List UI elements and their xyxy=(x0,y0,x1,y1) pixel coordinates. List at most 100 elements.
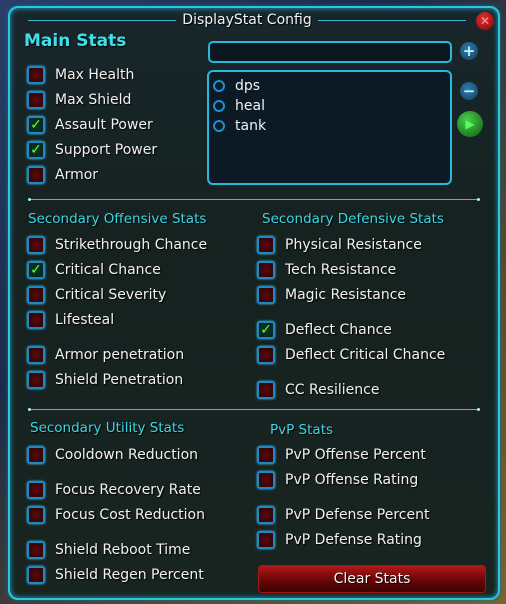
stat-label: Shield Reboot Time xyxy=(55,542,191,558)
stat-checkbox[interactable] xyxy=(257,446,275,464)
stat-checkbox[interactable] xyxy=(257,531,275,549)
offensive-heading: Secondary Offensive Stats xyxy=(28,211,207,227)
stat-checkbox[interactable] xyxy=(27,66,45,84)
utility-stat-row[interactable]: Cooldown Reduction xyxy=(27,444,198,466)
stat-checkbox[interactable] xyxy=(27,371,45,389)
apply-profile-button[interactable]: ▶ xyxy=(457,111,483,137)
stat-checkbox[interactable] xyxy=(27,311,45,329)
stat-label: Lifesteal xyxy=(55,312,115,328)
defensive-stat-row[interactable]: CC Resilience xyxy=(257,379,379,401)
stat-checkbox[interactable] xyxy=(27,506,45,524)
stat-checkbox[interactable] xyxy=(27,481,45,499)
stat-label: Max Shield xyxy=(55,92,132,108)
plus-icon: + xyxy=(462,42,476,60)
remove-profile-button[interactable]: − xyxy=(460,82,478,100)
stat-checkbox[interactable] xyxy=(257,261,275,279)
stat-label: PvP Offense Rating xyxy=(285,472,419,488)
stat-label: Strikethrough Chance xyxy=(55,237,208,253)
stat-label: Shield Penetration xyxy=(55,372,184,388)
offensive-stat-row[interactable]: Shield Penetration xyxy=(27,369,183,391)
stat-checkbox[interactable]: ✓ xyxy=(27,116,45,134)
stat-checkbox[interactable] xyxy=(257,236,275,254)
title-bar: DisplayStat Config xyxy=(28,12,467,28)
main-stats-heading: Main Stats xyxy=(24,31,127,51)
checkmark-icon: ✓ xyxy=(30,142,42,158)
offensive-stat-row[interactable]: Critical Severity xyxy=(27,284,166,306)
stat-checkbox[interactable] xyxy=(27,236,45,254)
pvp-stat-row[interactable]: PvP Offense Percent xyxy=(257,444,426,466)
stat-label: Max Health xyxy=(55,67,135,83)
profile-name-input[interactable] xyxy=(208,41,452,63)
profile-list[interactable]: dps heal tank xyxy=(207,70,452,185)
stat-checkbox[interactable] xyxy=(27,91,45,109)
checkmark-icon: ✓ xyxy=(30,262,42,278)
utility-stat-row[interactable]: Focus Cost Reduction xyxy=(27,504,205,526)
stat-label: PvP Defense Rating xyxy=(285,532,422,548)
stat-checkbox[interactable] xyxy=(27,346,45,364)
stat-checkbox[interactable] xyxy=(257,506,275,524)
radio-icon[interactable] xyxy=(213,80,225,92)
stat-checkbox[interactable] xyxy=(27,286,45,304)
utility-stat-row[interactable]: Shield Regen Percent xyxy=(27,564,204,586)
stat-checkbox[interactable] xyxy=(27,446,45,464)
profile-option-label: dps xyxy=(235,78,261,94)
offensive-stat-row[interactable]: ✓ Critical Chance xyxy=(27,259,161,281)
defensive-stat-row[interactable]: ✓ Deflect Chance xyxy=(257,319,392,341)
profile-option-heal[interactable]: heal xyxy=(213,96,450,116)
main-stats-stat-row[interactable]: Max Shield xyxy=(27,89,131,111)
profile-option-label: tank xyxy=(235,118,267,134)
profile-option-tank[interactable]: tank xyxy=(213,116,450,136)
main-stats-stat-row[interactable]: ✓ Support Power xyxy=(27,139,157,161)
stat-checkbox[interactable]: ✓ xyxy=(27,141,45,159)
defensive-heading: Secondary Defensive Stats xyxy=(262,211,444,227)
profile-option-label: heal xyxy=(235,98,265,114)
pvp-stat-row[interactable]: PvP Defense Percent xyxy=(257,504,429,526)
pvp-stat-row[interactable]: PvP Offense Rating xyxy=(257,469,418,491)
defensive-stat-row[interactable]: Magic Resistance xyxy=(257,284,406,306)
pvp-stat-row[interactable]: PvP Defense Rating xyxy=(257,529,422,551)
radio-icon[interactable] xyxy=(213,100,225,112)
offensive-stat-row[interactable]: Lifesteal xyxy=(27,309,114,331)
main-stats-stat-row[interactable]: ✓ Assault Power xyxy=(27,114,153,136)
defensive-stat-row[interactable]: Tech Resistance xyxy=(257,259,396,281)
stat-label: PvP Offense Percent xyxy=(285,447,426,463)
main-stats-stat-row[interactable]: Max Health xyxy=(27,64,134,86)
stat-label: Focus Cost Reduction xyxy=(55,507,205,523)
stat-label: CC Resilience xyxy=(285,382,380,398)
offensive-stat-row[interactable]: Strikethrough Chance xyxy=(27,234,207,256)
radio-icon[interactable] xyxy=(213,120,225,132)
stat-label: Deflect Critical Chance xyxy=(285,347,446,363)
main-stats-stat-row[interactable]: Armor xyxy=(27,164,98,186)
stat-label: Support Power xyxy=(55,142,158,158)
checkmark-icon: ✓ xyxy=(30,117,42,133)
stat-checkbox[interactable] xyxy=(27,566,45,584)
stat-label: Armor xyxy=(55,167,99,183)
stat-checkbox[interactable]: ✓ xyxy=(257,321,275,339)
checkmark-icon: ✓ xyxy=(260,322,272,338)
utility-stat-row[interactable]: Shield Reboot Time xyxy=(27,539,190,561)
utility-stat-row[interactable]: Focus Recovery Rate xyxy=(27,479,201,501)
stat-checkbox[interactable] xyxy=(257,346,275,364)
stat-checkbox[interactable] xyxy=(27,541,45,559)
stat-label: Cooldown Reduction xyxy=(55,447,199,463)
stat-checkbox[interactable] xyxy=(257,381,275,399)
stat-checkbox[interactable] xyxy=(27,166,45,184)
close-icon: ✕ xyxy=(479,14,491,28)
stat-checkbox[interactable] xyxy=(257,286,275,304)
profile-option-dps[interactable]: dps xyxy=(213,76,450,96)
clear-stats-button[interactable]: Clear Stats xyxy=(258,565,486,593)
stat-label: Physical Resistance xyxy=(285,237,422,253)
stat-checkbox[interactable] xyxy=(257,471,275,489)
stat-checkbox[interactable]: ✓ xyxy=(27,261,45,279)
offensive-stat-row[interactable]: Armor penetration xyxy=(27,344,184,366)
stat-label: Focus Recovery Rate xyxy=(55,482,201,498)
stat-label: Assault Power xyxy=(55,117,153,133)
pvp-heading: PvP Stats xyxy=(270,422,334,438)
stat-label: Tech Resistance xyxy=(285,262,397,278)
title-line-left xyxy=(28,19,177,21)
add-profile-button[interactable]: + xyxy=(460,42,478,60)
stat-label: Magic Resistance xyxy=(285,287,407,303)
defensive-stat-row[interactable]: Deflect Critical Chance xyxy=(257,344,445,366)
defensive-stat-row[interactable]: Physical Resistance xyxy=(257,234,422,256)
close-button[interactable]: ✕ xyxy=(476,12,494,30)
